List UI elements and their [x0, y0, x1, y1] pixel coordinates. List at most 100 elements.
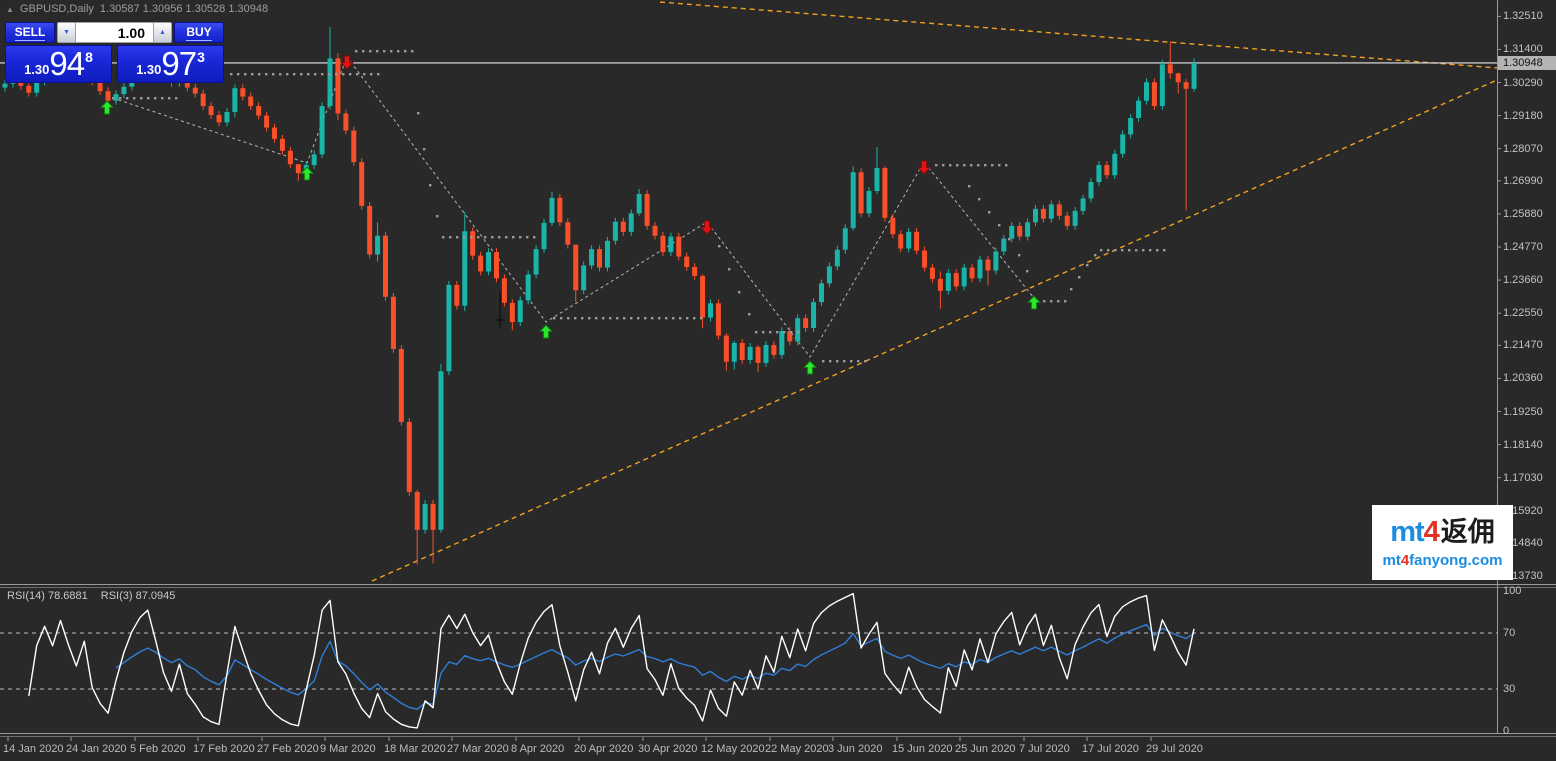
candle-body — [874, 168, 879, 191]
dot — [230, 73, 232, 75]
dot — [637, 317, 639, 319]
dot — [1121, 249, 1123, 251]
dot — [935, 164, 937, 166]
dot — [991, 164, 993, 166]
dot — [755, 331, 757, 333]
dot — [588, 317, 590, 319]
dot — [728, 268, 730, 270]
dot — [436, 215, 438, 217]
buy-button[interactable]: BUY — [174, 22, 224, 43]
candle-body — [510, 303, 515, 322]
dot — [411, 50, 413, 52]
buy-quote-box[interactable]: 1.30973 — [117, 45, 224, 83]
dot — [679, 317, 681, 319]
dot — [505, 236, 507, 238]
rsi-slow-value: RSI(14) 78.6881 — [7, 590, 88, 602]
chart-canvas[interactable] — [0, 0, 1556, 761]
candle-body — [312, 154, 317, 165]
candle-body — [922, 251, 927, 268]
candle-body — [335, 58, 340, 113]
dot — [1064, 300, 1066, 302]
dot — [1094, 254, 1096, 256]
dot — [463, 236, 465, 238]
dot — [335, 73, 337, 75]
sell-button[interactable]: SELL — [5, 22, 55, 43]
candle-body — [898, 234, 903, 248]
rsi-axis-label: 70 — [1503, 627, 1515, 639]
date-axis-label: 15 Jun 2020 — [892, 743, 953, 755]
dot — [1114, 249, 1116, 251]
dot — [491, 236, 493, 238]
candle-body — [121, 87, 126, 94]
candle-body — [1096, 165, 1101, 182]
candle-body — [534, 249, 539, 274]
candles — [3, 27, 1197, 564]
price-axis-label: 1.23660 — [1503, 274, 1543, 286]
candle-body — [1073, 211, 1078, 226]
dot — [1142, 249, 1144, 251]
rsi-fast-value: RSI(3) 87.0945 — [101, 590, 176, 602]
candle-body — [565, 222, 570, 244]
date-axis-label: 8 Apr 2020 — [511, 743, 564, 755]
price-axis-label: 1.20360 — [1503, 372, 1543, 384]
dot — [829, 360, 831, 362]
candle-body — [3, 84, 8, 88]
dot — [147, 97, 149, 99]
candle-body — [201, 94, 206, 107]
candle-body — [26, 86, 31, 93]
candle-body — [938, 279, 943, 291]
dot — [1057, 300, 1059, 302]
candle-body — [716, 303, 721, 335]
dot — [293, 73, 295, 75]
candle-body — [763, 345, 768, 363]
sell-quote-box[interactable]: 1.30948 — [5, 45, 112, 83]
volume-decrease-icon[interactable]: ▼ — [58, 23, 76, 42]
candle-body — [740, 343, 745, 360]
candle-body — [906, 232, 911, 249]
candle-body — [573, 245, 578, 291]
dot — [686, 317, 688, 319]
candle-body — [423, 504, 428, 530]
dot — [1107, 249, 1109, 251]
dot — [449, 236, 451, 238]
dot — [533, 236, 535, 238]
dot — [718, 245, 720, 247]
dot — [362, 50, 364, 52]
dot — [119, 97, 121, 99]
candle-body — [240, 88, 245, 96]
dot — [519, 236, 521, 238]
candle-body — [248, 97, 253, 107]
chart-symbol-period: GBPUSD,Daily — [20, 3, 94, 15]
dot — [1018, 254, 1020, 256]
collapse-triangle-icon[interactable]: ▲ — [6, 5, 14, 14]
candle-body — [811, 302, 816, 328]
dot — [376, 50, 378, 52]
rsi-panel — [0, 594, 1497, 728]
price-axis-label: 1.24770 — [1503, 241, 1543, 253]
watermark-logo: mt4返佣 — [1390, 518, 1495, 547]
dot — [665, 317, 667, 319]
one-click-trade-panel: SELL ▼ ▲ BUY 1.30948 1.30973 — [5, 22, 224, 83]
dot — [355, 50, 357, 52]
candle-body — [684, 257, 689, 267]
dot — [390, 50, 392, 52]
dot — [349, 73, 351, 75]
candle-body — [280, 139, 285, 151]
dot — [1149, 249, 1151, 251]
dot — [484, 236, 486, 238]
candle-body — [454, 285, 459, 306]
candle-body — [557, 198, 562, 222]
price-axis-label: 1.21470 — [1503, 339, 1543, 351]
dot — [342, 73, 344, 75]
date-axis-label: 29 Jul 2020 — [1146, 743, 1203, 755]
dot — [553, 317, 555, 319]
volume-increase-icon[interactable]: ▲ — [153, 23, 171, 42]
volume-input[interactable] — [76, 23, 153, 42]
date-axis-label: 17 Jul 2020 — [1082, 743, 1139, 755]
trendline — [660, 2, 1497, 68]
dot — [602, 317, 604, 319]
dot — [776, 331, 778, 333]
date-axis-label: 12 May 2020 — [701, 743, 765, 755]
candle-body — [415, 492, 420, 530]
candle-body — [676, 237, 681, 257]
